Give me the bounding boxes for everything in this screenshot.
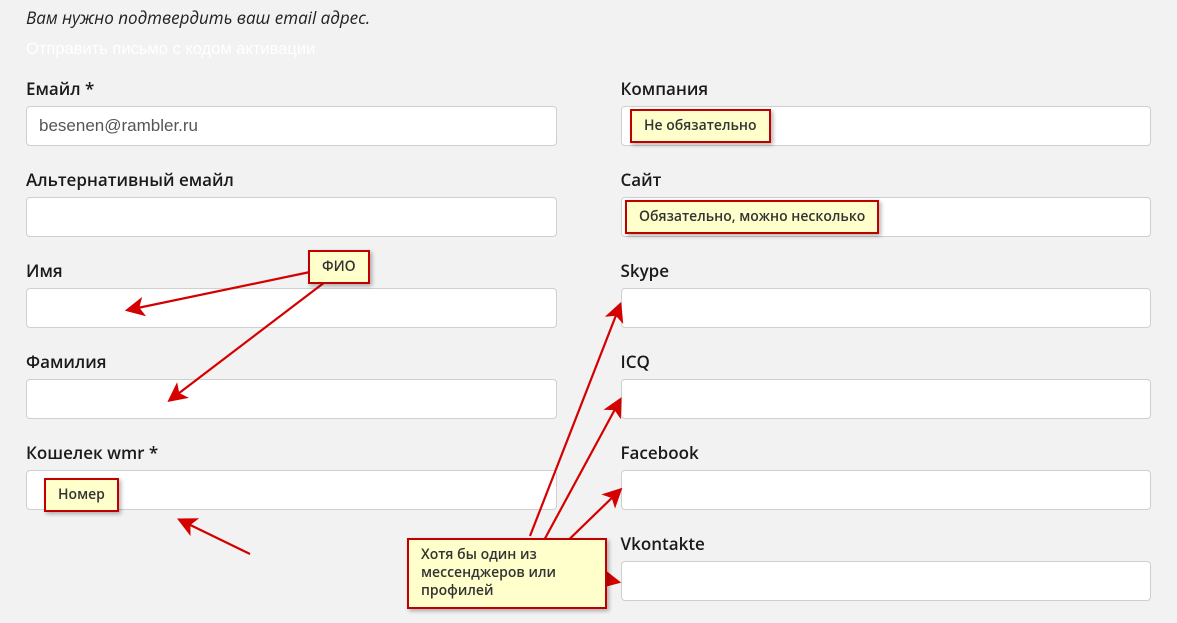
alt-email-field[interactable] xyxy=(26,197,557,237)
annotation-fio: ФИО xyxy=(308,250,370,284)
skype-field[interactable] xyxy=(621,288,1152,328)
facebook-field[interactable] xyxy=(621,470,1152,510)
last-name-label: Фамилия xyxy=(26,350,557,373)
last-name-field[interactable] xyxy=(26,379,557,419)
icq-label: ICQ xyxy=(621,350,1152,373)
annotation-number: Номер xyxy=(44,478,119,512)
vkontakte-field[interactable] xyxy=(621,561,1152,601)
icq-field[interactable] xyxy=(621,379,1152,419)
company-label: Компания xyxy=(621,77,1152,100)
email-label: Емайл * xyxy=(26,77,557,100)
annotation-company-optional: Не обязательно xyxy=(630,109,771,143)
first-name-field[interactable] xyxy=(26,288,557,328)
annotation-messengers: Хотя бы один из мессенджеров или профиле… xyxy=(407,538,607,609)
alt-email-label: Альтернативный емайл xyxy=(26,168,557,191)
email-field[interactable] xyxy=(26,106,557,146)
annotation-site-required: Обязательно, можно несколько xyxy=(625,200,879,234)
wallet-label: Кошелек wmr * xyxy=(26,441,557,464)
right-column: Компания Сайт Skype ICQ Facebook Vkontak xyxy=(621,77,1152,623)
first-name-label: Имя xyxy=(26,259,557,282)
vkontakte-label: Vkontakte xyxy=(621,532,1152,555)
skype-label: Skype xyxy=(621,259,1152,282)
facebook-label: Facebook xyxy=(621,441,1152,464)
send-activation-link[interactable]: Отправить письмо с кодом активации xyxy=(26,40,315,59)
email-confirm-notice: Вам нужно подтвердить ваш email адрес. xyxy=(26,6,1151,29)
site-label: Сайт xyxy=(621,168,1152,191)
